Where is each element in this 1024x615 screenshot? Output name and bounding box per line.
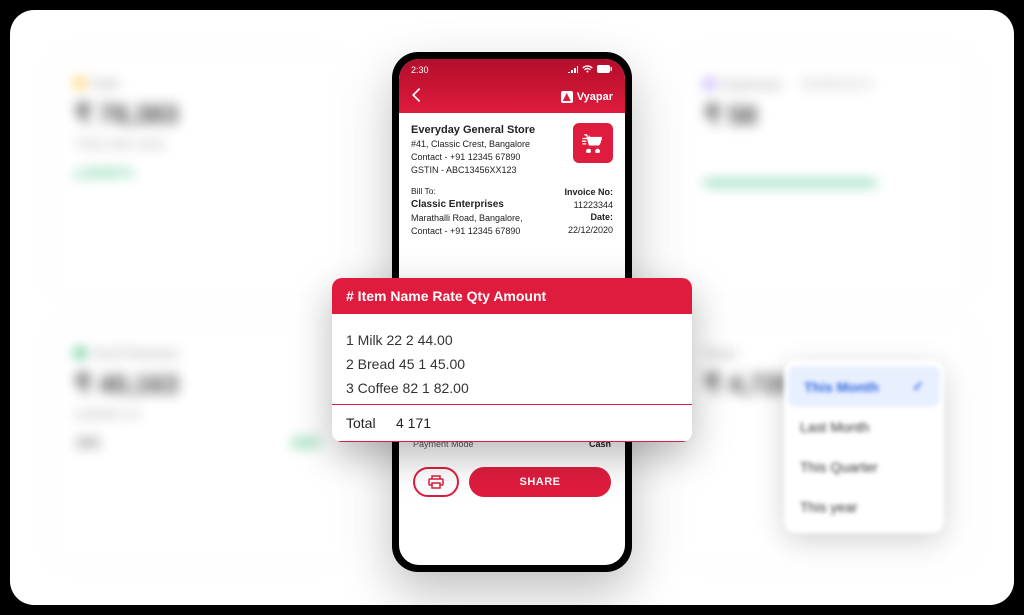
invoice-date: 22/12/2020: [564, 224, 613, 237]
bg-recv-value: ₹ 40,163: [75, 369, 320, 400]
period-this-year[interactable]: This year: [784, 487, 944, 527]
table-row: 3 Coffee 82 1 82.00: [346, 376, 678, 400]
bg-sale-value: ₹ 78,383: [75, 99, 320, 130]
signal-icon: [568, 65, 578, 75]
status-time: 2:30: [411, 65, 429, 75]
wifi-icon: [582, 65, 593, 75]
bill-to: Bill To: Classic Enterprises Marathalli …: [411, 186, 523, 237]
bg-sale-delta: ▴ 24.84 %: [75, 165, 320, 181]
app-frame: Sale ₹ 78,383 Total Sale (Jan) ▴ 24.84 %…: [10, 10, 1014, 605]
table-row: 1 Milk 22 2 44.00: [346, 328, 678, 352]
store-name: Everyday General Store: [411, 123, 535, 138]
store-gstin: GSTIN - ABC13456XX123: [411, 164, 535, 177]
bg-sale-sub: Total Sale (Jan): [75, 136, 320, 151]
bg-sale-title: Sale: [91, 75, 119, 91]
bg-recv-title: You'll Receive: [91, 345, 178, 361]
logo-icon: [561, 91, 573, 103]
store-contact: Contact - +91 12345 67890: [411, 151, 535, 164]
check-icon: ✓: [912, 378, 924, 395]
period-last-month[interactable]: Last Month: [784, 407, 944, 447]
bg-have-title: Have: [704, 345, 737, 361]
back-icon[interactable]: [411, 88, 421, 107]
invoice-meta: Invoice No: 11223344 Date: 22/12/2020: [564, 186, 613, 237]
app-logo: Vyapar: [561, 91, 613, 103]
battery-icon: [597, 65, 613, 75]
table-row: 2 Bread 45 1 45.00: [346, 352, 678, 376]
bill-to-contact: Contact - +91 12345 67890: [411, 225, 523, 238]
share-button[interactable]: SHARE: [469, 467, 611, 497]
invoice-content: Everyday General Store #41, Classic Cres…: [399, 113, 625, 247]
print-button[interactable]: [413, 467, 459, 497]
bill-to-name: Classic Enterprises: [411, 198, 523, 212]
period-this-quarter[interactable]: This Quarter: [784, 447, 944, 487]
bill-to-address: Marathalli Road, Bangalore,: [411, 212, 523, 225]
table-total: Total 4 171: [332, 404, 692, 442]
items-table-header: # Item Name Rate Qty Amount: [332, 278, 692, 314]
store-address: #41, Classic Crest, Bangalore: [411, 138, 535, 151]
period-dropdown[interactable]: This Month ✓ Last Month This Quarter Thi…: [784, 360, 944, 533]
bg-exp-title: Expenses: [720, 76, 781, 92]
total-value: 4 171: [396, 415, 431, 431]
items-table-card: # Item Name Rate Qty Amount 1 Milk 22 2 …: [332, 278, 692, 442]
status-bar: 2:30: [399, 59, 625, 81]
invoice-number: 11223344: [564, 199, 613, 212]
app-bar: Vyapar: [399, 81, 625, 113]
store-info: Everyday General Store #41, Classic Cres…: [411, 123, 535, 176]
period-this-month[interactable]: This Month ✓: [788, 366, 940, 407]
cart-icon: [573, 123, 613, 163]
bg-exp-value: ₹ 58: [704, 100, 949, 131]
print-icon: [428, 475, 444, 489]
